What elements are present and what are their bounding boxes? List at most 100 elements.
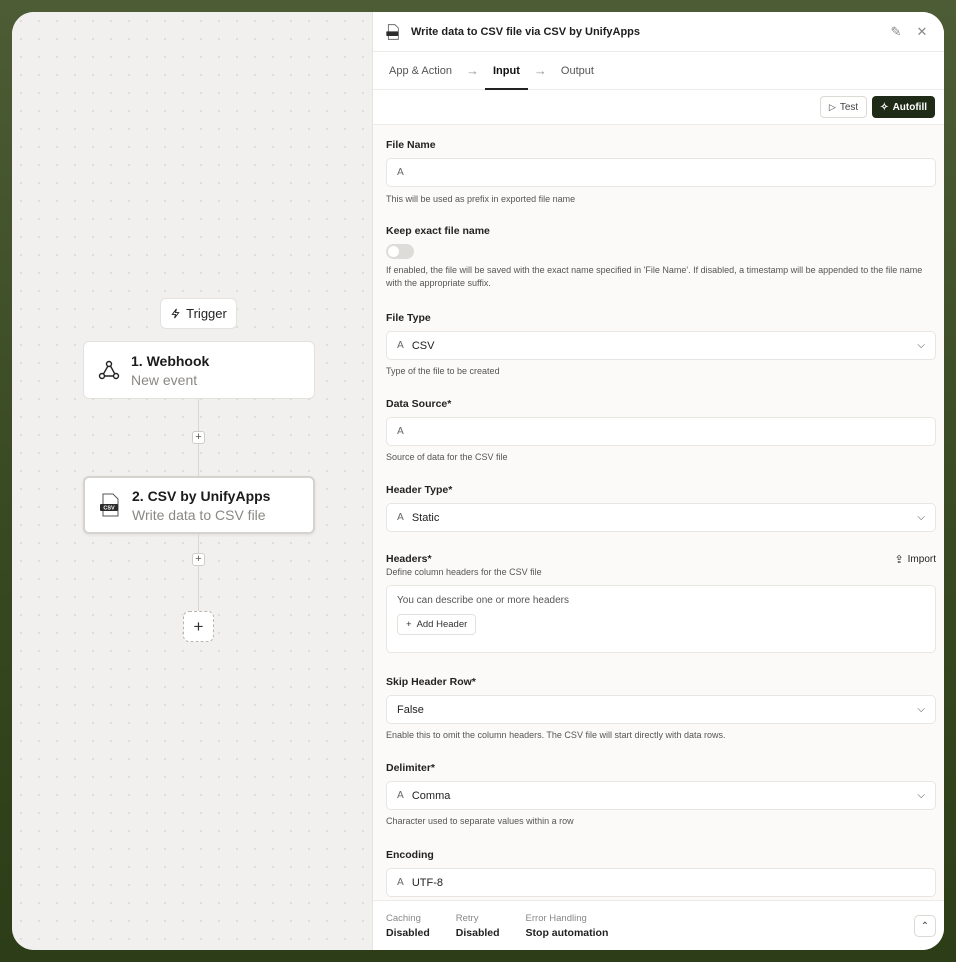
field-label: Data Source* (386, 398, 452, 410)
workflow-node-webhook[interactable]: 1. Webhook New event (83, 341, 315, 399)
workflow-node-csv[interactable]: CSV 2. CSV by UnifyApps Write data to CS… (83, 476, 315, 534)
connector-line (198, 534, 199, 554)
field-label: Header Type* (386, 484, 453, 496)
edit-icon[interactable]: ✎ (886, 24, 906, 40)
field-label: Keep exact file name (386, 225, 490, 237)
text-type-icon: A (397, 167, 404, 178)
trigger-chip[interactable]: Trigger (160, 298, 237, 329)
panel-title: Write data to CSV file via CSV by UnifyA… (411, 25, 641, 38)
connector-line (198, 444, 199, 477)
upload-icon: ⇪ (894, 554, 904, 566)
file-type-select[interactable]: A CSV ⌵ (386, 331, 936, 360)
setting-value: Disabled (455, 926, 500, 939)
connector-line (198, 399, 199, 433)
connector-line (198, 566, 199, 611)
field-help: This will be used as prefix in exported … (386, 194, 576, 204)
tab-app-action[interactable]: App & Action (389, 65, 452, 77)
tab-output[interactable]: Output (561, 65, 594, 77)
headers-placeholder: You can describe one or more headers (397, 595, 569, 606)
node-subtitle: New event (131, 371, 198, 388)
encoding-input[interactable]: A UTF-8 (386, 868, 936, 897)
webhook-icon (96, 357, 122, 383)
field-file-type: File Type A CSV ⌵ Type of the file to be… (386, 312, 936, 378)
input-value: UTF-8 (411, 876, 444, 889)
setting-key: Retry (455, 912, 479, 924)
chevron-up-icon[interactable]: ⌃ (914, 915, 936, 937)
field-help: Enable this to omit the column headers. … (386, 730, 726, 740)
skip-header-select[interactable]: False ⌵ (386, 695, 936, 724)
test-button[interactable]: ▷ Test (819, 96, 868, 118)
chevron-down-icon: ⌵ (917, 512, 925, 523)
autofill-button[interactable]: ✧ Autofill (872, 96, 935, 118)
delimiter-select[interactable]: A Comma ⌵ (386, 781, 936, 810)
arrow-right-icon: → (466, 63, 479, 78)
caching-setting[interactable]: Caching Disabled (386, 913, 430, 939)
play-icon: ▷ (828, 101, 836, 112)
setting-key: Error Handling (525, 912, 587, 924)
setting-key: Caching (386, 912, 421, 924)
field-help: Source of data for the CSV file (386, 452, 508, 462)
import-label: Import (907, 554, 936, 565)
workflow-canvas[interactable]: Trigger 1. Webhook New event + CSV 2. CS… (12, 12, 372, 950)
field-delimiter: Delimiter* A Comma ⌵ Character used to s… (386, 762, 936, 828)
plus-icon: + (406, 619, 412, 630)
chevron-down-icon: ⌵ (917, 340, 925, 351)
add-step-button[interactable]: + (183, 611, 214, 642)
field-help: Character used to separate values within… (386, 816, 574, 826)
step-config-panel: Write data to CSV file via CSV by UnifyA… (372, 12, 944, 950)
node-title: 2. CSV by UnifyApps (132, 487, 271, 504)
select-value: Comma (411, 789, 451, 802)
add-header-button[interactable]: + Add Header (397, 614, 477, 635)
header-type-select[interactable]: A Static ⌵ (386, 503, 936, 532)
field-label: File Type (386, 312, 431, 324)
panel-header: Write data to CSV file via CSV by UnifyA… (373, 12, 944, 52)
retry-setting[interactable]: Retry Disabled (456, 913, 500, 939)
field-headers: Headers* Define column headers for the C… (386, 553, 936, 653)
setting-value: Disabled (386, 926, 430, 939)
select-value: False (397, 703, 424, 716)
select-value: CSV (411, 339, 435, 352)
field-label: Skip Header Row* (386, 676, 476, 688)
field-data-source: Data Source* A Source of data for the CS… (386, 398, 936, 464)
text-type-icon: A (397, 340, 404, 351)
field-help: Define column headers for the CSV file (386, 567, 542, 577)
csv-file-icon (386, 23, 399, 40)
field-header-type: Header Type* A Static ⌵ (386, 484, 936, 532)
step-tabs: App & Action → Input → Output (373, 52, 944, 90)
close-icon[interactable]: ✕ (912, 24, 932, 40)
app-frame: Trigger 1. Webhook New event + CSV 2. CS… (12, 12, 944, 950)
field-label: Encoding (386, 849, 434, 861)
setting-value: Stop automation (525, 926, 609, 939)
file-name-input[interactable]: A (386, 158, 936, 187)
import-button[interactable]: ⇪ Import (894, 553, 936, 566)
field-file-name: File Name A This will be used as prefix … (386, 139, 936, 206)
insert-step-button[interactable]: + (192, 431, 205, 444)
field-help: If enabled, the file will be saved with … (386, 265, 923, 288)
node-title: 1. Webhook (131, 352, 210, 369)
field-label: File Name (386, 139, 436, 151)
field-label: Headers* (386, 553, 432, 565)
select-value: Static (411, 511, 440, 524)
field-help: Type of the file to be created (386, 366, 500, 376)
field-keep-exact: Keep exact file name If enabled, the fil… (386, 225, 936, 290)
test-label: Test (839, 101, 859, 113)
trigger-label: Trigger (186, 306, 227, 321)
autofill-label: Autofill (892, 101, 927, 113)
tab-input[interactable]: Input (485, 65, 528, 90)
arrow-right-icon: → (533, 63, 547, 78)
svg-text:CSV: CSV (103, 506, 115, 512)
chevron-down-icon: ⌵ (917, 704, 925, 715)
error-handling-setting[interactable]: Error Handling Stop automation (526, 913, 609, 939)
panel-footer: Caching Disabled Retry Disabled Error Ha… (373, 900, 944, 950)
text-type-icon: A (397, 512, 404, 523)
data-source-input[interactable]: A (386, 417, 936, 446)
keep-exact-toggle[interactable] (386, 244, 414, 259)
headers-editor: You can describe one or more headers + A… (386, 585, 936, 653)
insert-step-button[interactable]: + (192, 553, 205, 566)
panel-toolbar: ▷ Test ✧ Autofill (373, 90, 944, 125)
field-skip-header: Skip Header Row* False ⌵ Enable this to … (386, 676, 936, 742)
text-type-icon: A (397, 426, 404, 437)
csv-file-icon: CSV (97, 492, 123, 518)
field-encoding: Encoding A UTF-8 (386, 849, 936, 897)
node-subtitle: Write data to CSV file (132, 506, 266, 523)
